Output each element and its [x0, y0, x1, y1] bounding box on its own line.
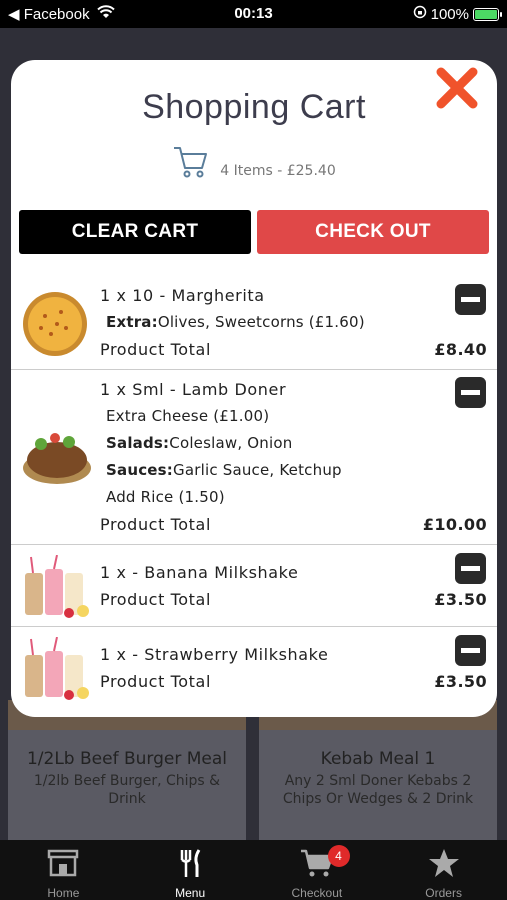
tab-orders[interactable]: Orders — [380, 840, 507, 900]
milkshake-image — [21, 636, 93, 705]
remove-item-button[interactable] — [455, 377, 486, 408]
battery-percent: 100% — [430, 5, 469, 23]
battery-icon — [473, 7, 502, 21]
cart-items-list: 1 x 10 - Margherita Extra:Olives, Sweetc… — [11, 278, 497, 717]
cart-summary: 4 Items - £25.40 — [11, 144, 497, 184]
doner-image — [21, 422, 93, 492]
item-total: £3.50 — [434, 672, 487, 691]
menu-card-desc: Any 2 Sml Doner Kebabs 2 Chips Or Wedges… — [282, 773, 474, 807]
checkout-button[interactable]: CHECK OUT — [257, 210, 489, 254]
tab-checkout[interactable]: 4 Checkout — [254, 840, 381, 900]
remove-item-button[interactable] — [455, 284, 486, 315]
cart-title: Shopping Cart — [142, 88, 366, 126]
item-name: 1 x Sml - Lamb Doner — [100, 380, 287, 399]
menu-card[interactable]: Kebab Meal 1 Any 2 Sml Doner Kebabs 2 Ch… — [259, 700, 497, 840]
item-name: 1 x - Strawberry Milkshake — [100, 645, 329, 664]
item-name: 1 x - Banana Milkshake — [100, 563, 299, 582]
item-total: £10.00 — [422, 515, 487, 534]
menu-card-title: Kebab Meal 1 — [320, 749, 436, 769]
tab-label: Orders — [425, 886, 462, 900]
item-total-row: Product Total £3.50 — [100, 586, 487, 613]
item-salads: Salads:Coleslaw, Onion — [100, 430, 487, 457]
cart-summary-text: 4 Items - £25.40 — [220, 163, 336, 179]
salads-label: Salads: — [106, 434, 170, 452]
milkshake-image — [21, 554, 93, 623]
menu-card-desc: 1/2lb Beef Burger, Chips & Drink — [33, 773, 221, 807]
cart-item: 1 x - Banana Milkshake Product Total £3.… — [11, 545, 497, 627]
extra-value: Olives, Sweetcorns (£1.60) — [157, 313, 365, 331]
cart-item: 1 x 10 - Margherita Extra:Olives, Sweetc… — [11, 278, 497, 370]
cart-item: 1 x Sml - Lamb Doner Extra Cheese (£1.00… — [11, 370, 497, 545]
sauces-label: Sauces: — [106, 461, 173, 479]
menu-card[interactable]: 1/2Lb Beef Burger Meal 1/2lb Beef Burger… — [8, 700, 246, 840]
cart-icon — [172, 144, 208, 184]
tab-label: Checkout — [291, 886, 343, 900]
tab-label: Menu — [175, 886, 206, 900]
extra-label: Extra: — [106, 313, 158, 331]
orientation-lock-icon — [413, 5, 427, 23]
menu-card-title: 1/2Lb Beef Burger Meal — [26, 749, 228, 769]
pizza-image — [21, 290, 89, 362]
sauces-value: Garlic Sauce, Ketchup — [173, 461, 342, 479]
tab-home[interactable]: Home — [0, 840, 127, 900]
clear-cart-button[interactable]: CLEAR CART — [19, 210, 251, 254]
star-icon — [428, 848, 460, 882]
product-total-label: Product Total — [100, 340, 212, 359]
cutlery-icon — [175, 848, 205, 882]
item-option: Add Rice (1.50) — [106, 488, 225, 506]
bottom-tab-bar: Home Menu 4 Checkout Orders — [0, 840, 507, 900]
item-name: 1 x 10 - Margherita — [100, 286, 265, 305]
cart-item: 1 x - Strawberry Milkshake Product Total… — [11, 627, 497, 717]
cart-count-badge: 4 — [327, 845, 350, 867]
status-bar: ◀ Facebook 00:13 100% — [0, 0, 507, 28]
item-extra: Extra:Olives, Sweetcorns (£1.60) — [100, 309, 487, 336]
remove-item-button[interactable] — [455, 553, 486, 584]
store-icon — [46, 848, 80, 882]
shopping-cart-modal: Shopping Cart 4 Items - £25.40 CLEAR CAR… — [11, 60, 497, 717]
salads-value: Coleslaw, Onion — [169, 434, 293, 452]
product-total-label: Product Total — [100, 590, 212, 609]
remove-item-button[interactable] — [455, 635, 486, 666]
tab-menu[interactable]: Menu — [127, 840, 254, 900]
item-total: £8.40 — [434, 340, 487, 359]
item-total-row: Product Total £3.50 — [100, 668, 487, 695]
product-total-label: Product Total — [100, 672, 212, 691]
product-total-label: Product Total — [100, 515, 212, 534]
item-total: £3.50 — [434, 590, 487, 609]
tab-label: Home — [47, 886, 80, 900]
item-total-row: Product Total £10.00 — [100, 511, 487, 538]
item-sauces: Sauces:Garlic Sauce, Ketchup — [100, 457, 487, 484]
item-option: Extra Cheese (£1.00) — [106, 407, 270, 425]
item-total-row: Product Total £8.40 — [100, 336, 487, 363]
